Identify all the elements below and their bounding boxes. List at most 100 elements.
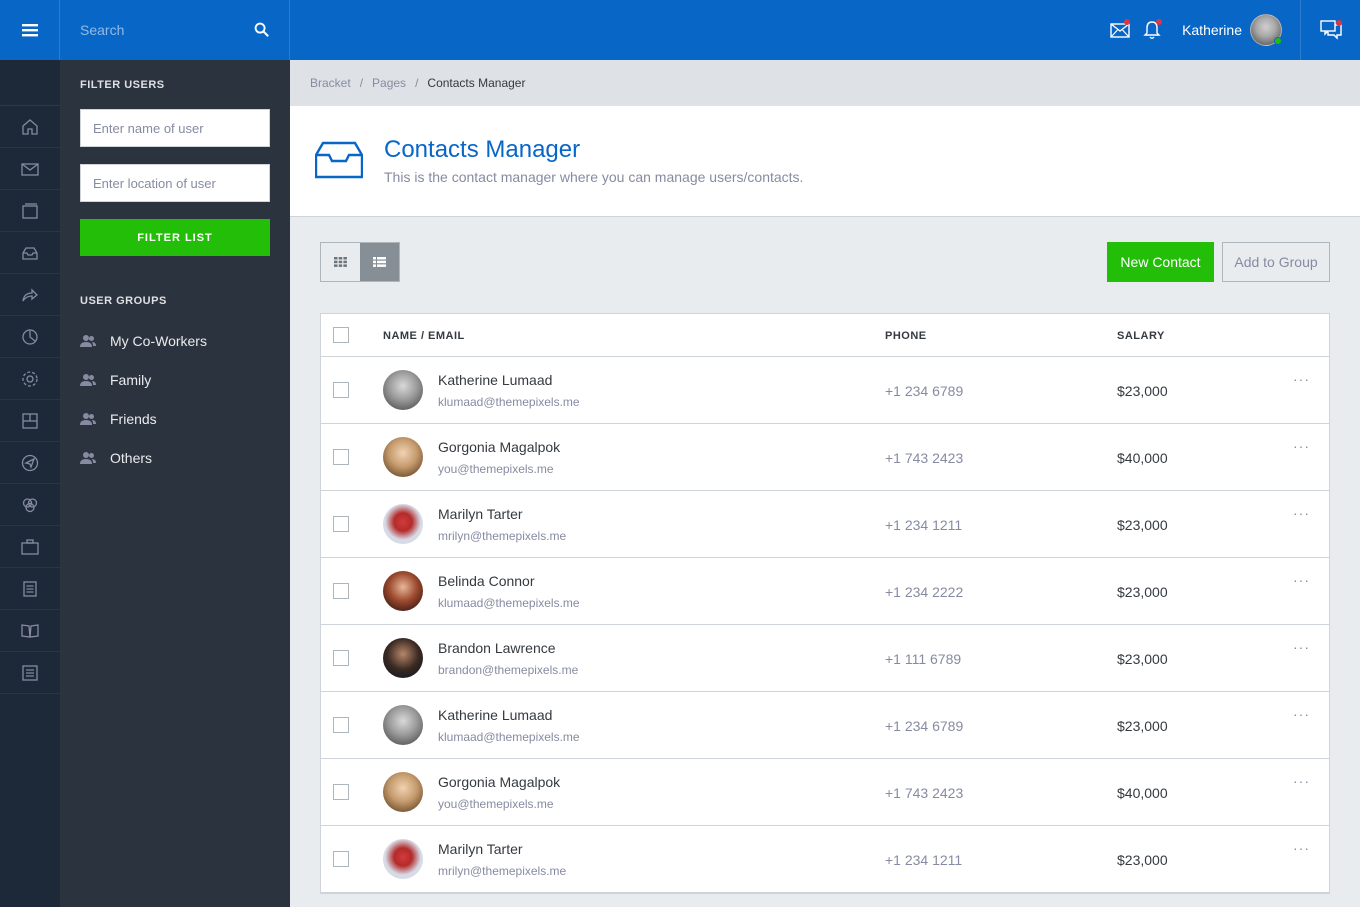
group-item-friends[interactable]: Friends [80, 399, 270, 438]
circles-icon [22, 497, 38, 512]
contact-name[interactable]: Brandon Lawrence [438, 640, 556, 656]
contact-email: mrilyn@themepixels.me [438, 529, 567, 543]
users-icon [80, 334, 96, 347]
users-icon [80, 412, 96, 425]
breadcrumb-item[interactable]: Pages [372, 76, 406, 90]
search-box [60, 0, 290, 60]
rail-components[interactable] [0, 484, 60, 526]
user-name-filter-input[interactable] [80, 109, 270, 147]
user-name[interactable]: Katherine [1182, 22, 1242, 38]
grid-view-button[interactable] [321, 243, 360, 281]
user-avatar[interactable] [1250, 14, 1282, 46]
users-icon [80, 451, 96, 464]
row-checkbox[interactable] [333, 583, 349, 599]
rail-home[interactable] [0, 106, 60, 148]
list-view-button[interactable] [360, 243, 399, 281]
user-location-filter-input[interactable] [80, 164, 270, 202]
icon-rail [0, 60, 60, 907]
contact-name[interactable]: Gorgonia Magalpok [438, 774, 560, 790]
more-options-icon[interactable]: ··· [1293, 706, 1310, 722]
rail-inbox[interactable] [0, 232, 60, 274]
breadcrumb: Bracket / Pages / Contacts Manager [290, 60, 1360, 106]
contact-name[interactable]: Katherine Lumaad [438, 707, 552, 723]
contact-salary: $23,000 [1117, 517, 1168, 533]
messages-button[interactable] [1104, 0, 1136, 60]
rail-layouts[interactable] [0, 400, 60, 442]
group-label: My Co-Workers [110, 332, 207, 349]
briefcase-icon [21, 538, 39, 555]
contact-name[interactable]: Marilyn Tarter [438, 841, 523, 857]
row-checkbox[interactable] [333, 851, 349, 867]
table-body: Katherine Lumaad klumaad@themepixels.me +1… [321, 357, 1329, 893]
more-options-icon[interactable]: ··· [1293, 773, 1310, 789]
contact-phone: +1 234 2222 [885, 584, 964, 600]
contact-name[interactable]: Katherine Lumaad [438, 372, 552, 388]
row-checkbox[interactable] [333, 650, 349, 666]
contact-email: klumaad@themepixels.me [438, 730, 580, 744]
pages-icon [22, 202, 38, 219]
avatar [383, 705, 423, 745]
notifications-button[interactable] [1136, 0, 1168, 60]
rail-documents[interactable] [0, 568, 60, 610]
filter-sidebar: FILTER USERS FILTER LIST USER GROUPS My … [60, 60, 290, 907]
select-all-checkbox[interactable] [333, 327, 349, 343]
more-options-icon[interactable]: ··· [1293, 371, 1310, 387]
breadcrumb-item[interactable]: Bracket [310, 76, 351, 90]
table-row: Marilyn Tarter mrilyn@themepixels.me +1 23… [321, 826, 1329, 893]
contact-email: klumaad@themepixels.me [438, 596, 580, 610]
contact-name[interactable]: Gorgonia Magalpok [438, 439, 560, 455]
header-actions: Katherine [1104, 0, 1360, 60]
rail-pages[interactable] [0, 190, 60, 232]
rail-mail[interactable] [0, 148, 60, 190]
row-checkbox[interactable] [333, 784, 349, 800]
search-icon[interactable] [254, 22, 269, 37]
row-checkbox[interactable] [333, 717, 349, 733]
rail-navigation[interactable] [0, 442, 60, 484]
new-contact-button[interactable]: New Contact [1107, 242, 1214, 282]
contact-name[interactable]: Belinda Connor [438, 573, 535, 589]
group-item-others[interactable]: Others [80, 438, 270, 477]
rail-share[interactable] [0, 274, 60, 316]
table-row: Katherine Lumaad klumaad@themepixels.me +1… [321, 357, 1329, 424]
row-checkbox[interactable] [333, 449, 349, 465]
avatar [383, 370, 423, 410]
table-header: NAME / EMAIL PHONE SALARY [321, 314, 1329, 357]
column-header-phone: PHONE [885, 330, 927, 342]
rail-charts[interactable] [0, 316, 60, 358]
users-icon [80, 373, 96, 386]
rail-settings[interactable] [0, 358, 60, 400]
group-item-family[interactable]: Family [80, 360, 270, 399]
filter-list-button[interactable]: FILTER LIST [80, 219, 270, 256]
contact-salary: $23,000 [1117, 584, 1168, 600]
row-checkbox[interactable] [333, 516, 349, 532]
avatar [383, 504, 423, 544]
page-subtitle: This is the contact manager where you ca… [384, 169, 804, 185]
more-options-icon[interactable]: ··· [1293, 505, 1310, 521]
group-label: Friends [110, 410, 157, 427]
menu-toggle-button[interactable] [0, 0, 60, 60]
more-options-icon[interactable]: ··· [1293, 840, 1310, 856]
search-input[interactable] [80, 15, 260, 45]
rail-docs[interactable] [0, 610, 60, 652]
table-row: Belinda Connor klumaad@themepixels.me +1 2… [321, 558, 1329, 625]
add-to-group-button[interactable]: Add to Group [1222, 242, 1330, 282]
contact-email: mrilyn@themepixels.me [438, 864, 567, 878]
row-checkbox[interactable] [333, 382, 349, 398]
layout-icon [22, 412, 38, 429]
rail-header [0, 60, 60, 106]
rail-lists[interactable] [0, 652, 60, 694]
breadcrumb-separator: / [415, 76, 419, 90]
more-options-icon[interactable]: ··· [1293, 438, 1310, 454]
group-item-co-workers[interactable]: My Co-Workers [80, 321, 270, 360]
rail-portfolio[interactable] [0, 526, 60, 568]
more-options-icon[interactable]: ··· [1293, 639, 1310, 655]
contact-name[interactable]: Marilyn Tarter [438, 506, 523, 522]
contact-salary: $23,000 [1117, 852, 1168, 868]
avatar [383, 772, 423, 812]
contact-salary: $23,000 [1117, 383, 1168, 399]
chat-button[interactable] [1300, 0, 1360, 60]
home-icon [22, 118, 38, 135]
contact-email: brandon@themepixels.me [438, 663, 579, 677]
more-options-icon[interactable]: ··· [1293, 572, 1310, 588]
notifications-badge [1156, 19, 1163, 25]
